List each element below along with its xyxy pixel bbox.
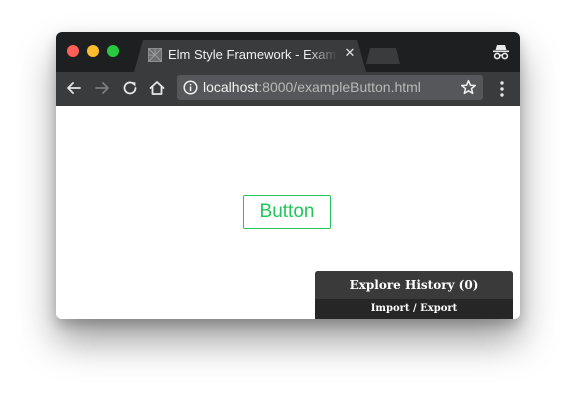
explore-history-button[interactable]: Explore History (0): [315, 271, 513, 299]
star-icon[interactable]: [460, 79, 477, 96]
screenshot-stage: Elm Style Framework - Example Button ✕: [0, 0, 576, 399]
address-host: localhost: [203, 79, 259, 95]
elm-debugger-panel[interactable]: Explore History (0) Import / Export: [315, 271, 513, 319]
back-arrow-icon[interactable]: [64, 78, 84, 98]
tab-title: Elm Style Framework - Example Button: [168, 47, 338, 62]
incognito-icon: [493, 45, 509, 60]
forward-arrow-icon[interactable]: [92, 78, 112, 98]
import-export-button[interactable]: Import / Export: [315, 299, 513, 319]
info-icon[interactable]: [183, 80, 198, 95]
window-maximize-button[interactable]: [107, 45, 119, 57]
example-button[interactable]: Button: [243, 195, 331, 229]
page-content: Button Explore History (0) Import / Expo…: [56, 106, 520, 319]
address-path: :8000/exampleButton.html: [258, 79, 421, 95]
kebab-menu-icon[interactable]: [494, 80, 510, 98]
tab-strip: Elm Style Framework - Example Button ✕: [56, 32, 520, 72]
new-tab-button[interactable]: [366, 48, 400, 64]
browser-window: Elm Style Framework - Example Button ✕: [56, 32, 520, 319]
window-minimize-button[interactable]: [87, 45, 99, 57]
window-close-button[interactable]: [67, 45, 79, 57]
reload-icon[interactable]: [120, 78, 140, 98]
tab-active[interactable]: Elm Style Framework - Example Button ✕: [134, 40, 366, 72]
tab-close-icon[interactable]: ✕: [343, 47, 357, 61]
elm-tangram-icon: [148, 48, 162, 62]
browser-toolbar: localhost:8000/exampleButton.html: [56, 72, 520, 106]
address-bar[interactable]: localhost:8000/exampleButton.html: [177, 75, 483, 100]
address-url[interactable]: localhost:8000/exampleButton.html: [203, 79, 421, 96]
home-icon[interactable]: [147, 78, 167, 98]
